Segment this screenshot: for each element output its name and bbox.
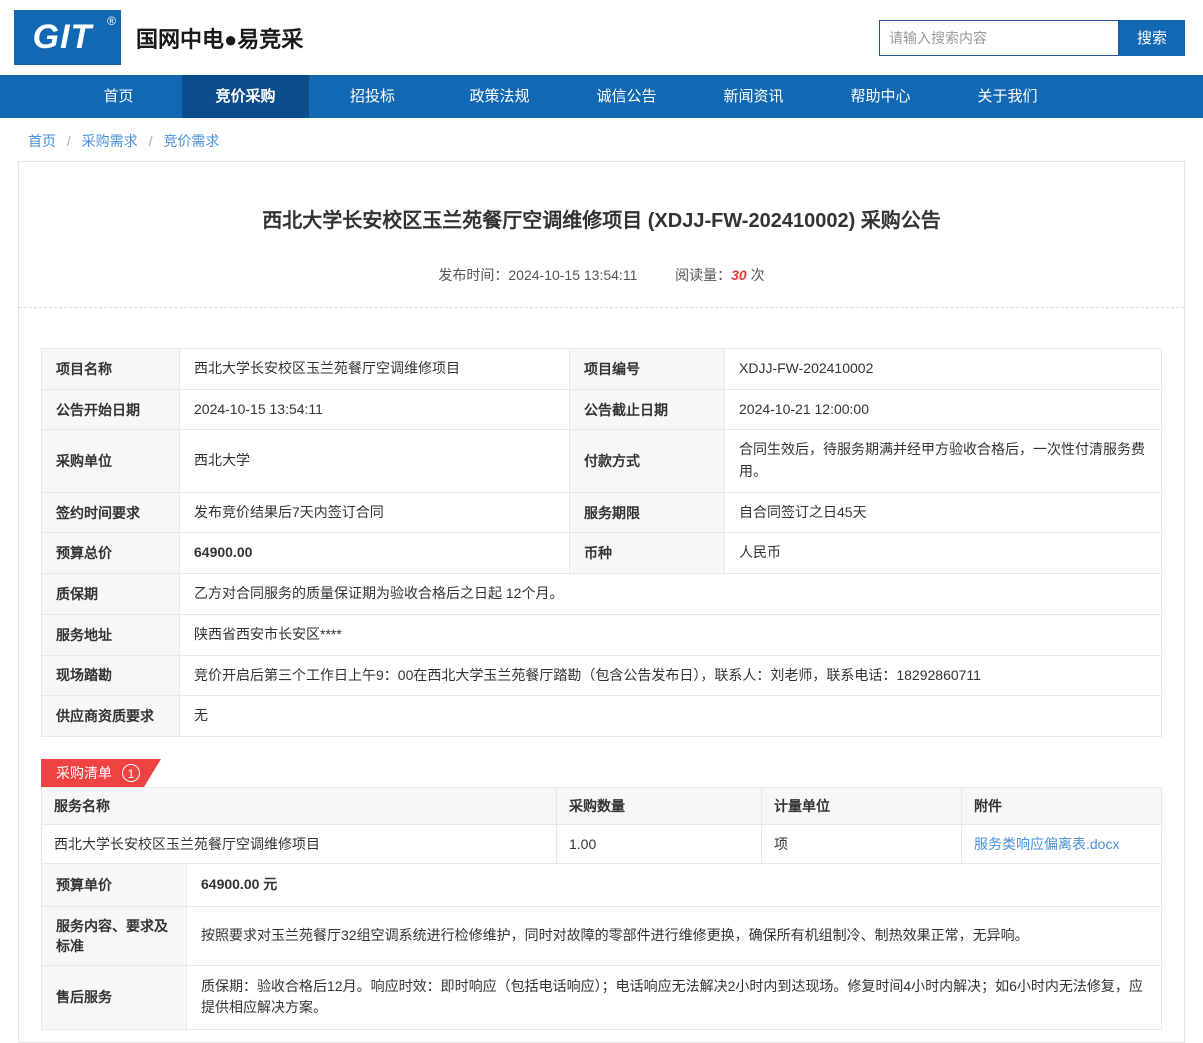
site-logo[interactable]: GIT ® bbox=[14, 10, 121, 65]
value-supplier-qualification: 无 bbox=[179, 695, 1162, 737]
label-after-sales: 售后服务 bbox=[41, 964, 187, 1030]
value-project-number: XDJJ-FW-202410002 bbox=[724, 348, 1162, 390]
value-project-name: 西北大学长安校区玉兰苑餐厅空调维修项目 bbox=[179, 348, 570, 390]
breadcrumb-bidding-demand-link[interactable]: 竞价需求 bbox=[163, 133, 219, 149]
label-warranty-period: 质保期 bbox=[41, 573, 180, 615]
breadcrumb-separator: / bbox=[66, 133, 71, 149]
row-announcement-dates: 公告开始日期 2024-10-15 13:54:11 公告截止日期 2024-1… bbox=[41, 388, 1162, 431]
nav-item-policies[interactable]: 政策法规 bbox=[436, 75, 563, 118]
purchase-list-section: 采购清单 1 bbox=[41, 758, 1184, 787]
value-start-date: 2024-10-15 13:54:11 bbox=[179, 388, 570, 431]
label-signing-time: 签约时间要求 bbox=[41, 491, 180, 534]
attachment-link[interactable]: 服务类响应偏离表.docx bbox=[974, 836, 1119, 852]
purchase-list-tag: 采购清单 1 bbox=[41, 758, 161, 787]
label-unit-budget: 预算单价 bbox=[41, 862, 187, 907]
publish-time-value: 2024-10-15 13:54:11 bbox=[508, 267, 638, 283]
purchase-table-header-row: 服务名称 采购数量 计量单位 附件 bbox=[41, 786, 1162, 825]
logo-text: GIT bbox=[32, 18, 93, 56]
announcement-container: 西北大学长安校区玉兰苑餐厅空调维修项目 (XDJJ-FW-202410002) … bbox=[18, 161, 1185, 1043]
row-purchaser-payment: 采购单位 西北大学 付款方式 合同生效后，待服务期满并经甲方验收合格后，一次性付… bbox=[41, 429, 1162, 493]
row-budget-currency: 预算总价 64900.00 币种 人民币 bbox=[41, 532, 1162, 575]
value-end-date: 2024-10-21 12:00:00 bbox=[724, 388, 1162, 431]
label-service-content: 服务内容、要求及标准 bbox=[41, 905, 187, 966]
views-count: 30 bbox=[731, 267, 747, 283]
publish-time-label: 发布时间： bbox=[438, 267, 509, 283]
label-start-date: 公告开始日期 bbox=[41, 388, 180, 431]
value-warranty-period: 乙方对合同服务的质量保证期为验收合格后之日起 12个月。 bbox=[179, 573, 1162, 615]
value-total-budget: 64900.00 bbox=[179, 532, 570, 575]
divider bbox=[19, 307, 1184, 308]
label-project-number: 项目编号 bbox=[569, 348, 725, 390]
label-total-budget: 预算总价 bbox=[41, 532, 180, 575]
row-supplier-qualification: 供应商资质要求 无 bbox=[41, 695, 1162, 737]
views-unit: 次 bbox=[750, 267, 765, 283]
cell-attachment: 服务类响应偏离表.docx bbox=[961, 823, 1162, 864]
value-service-content: 按照要求对玉兰苑餐厅32组空调系统进行检修维护，同时对故障的零部件进行维修更换，… bbox=[186, 905, 1162, 966]
label-service-period: 服务期限 bbox=[569, 491, 725, 534]
row-service-content: 服务内容、要求及标准 按照要求对玉兰苑餐厅32组空调系统进行检修维护，同时对故障… bbox=[41, 905, 1162, 966]
header-service-name: 服务名称 bbox=[41, 786, 557, 825]
header-quantity: 采购数量 bbox=[556, 786, 762, 825]
breadcrumb-procurement-demand-link[interactable]: 采购需求 bbox=[82, 133, 138, 149]
cell-service-name: 西北大学长安校区玉兰苑餐厅空调维修项目 bbox=[41, 823, 557, 864]
purchase-table-row: 西北大学长安校区玉兰苑餐厅空调维修项目 1.00 项 服务类响应偏离表.docx bbox=[41, 823, 1162, 864]
purchase-detail-table: 预算单价 64900.00 元 服务内容、要求及标准 按照要求对玉兰苑餐厅32组… bbox=[41, 862, 1162, 1030]
nav-item-bidding-procurement[interactable]: 竞价采购 bbox=[182, 75, 309, 118]
nav-item-tendering[interactable]: 招投标 bbox=[309, 75, 436, 118]
main-nav: 首页 竞价采购 招投标 政策法规 诚信公告 新闻资讯 帮助中心 关于我们 bbox=[0, 75, 1203, 118]
value-after-sales: 质保期：验收合格后12月。响应时效：即时响应（包括电话响应）；电话响应无法解决2… bbox=[186, 964, 1162, 1030]
value-service-address: 陕西省西安市长安区**** bbox=[179, 613, 1162, 656]
nav-item-integrity-notices[interactable]: 诚信公告 bbox=[563, 75, 690, 118]
nav-item-help-center[interactable]: 帮助中心 bbox=[817, 75, 944, 118]
header-unit: 计量单位 bbox=[761, 786, 962, 825]
purchase-list-count-badge: 1 bbox=[122, 763, 140, 782]
label-project-name: 项目名称 bbox=[41, 348, 180, 390]
label-payment-method: 付款方式 bbox=[569, 429, 725, 493]
label-supplier-qualification: 供应商资质要求 bbox=[41, 695, 180, 737]
row-site-survey: 现场踏勘 竞价开启后第三个工作日上午9：00在西北大学玉兰苑餐厅踏勘（包含公告发… bbox=[41, 654, 1162, 697]
value-purchasing-unit: 西北大学 bbox=[179, 429, 570, 493]
nav-item-about-us[interactable]: 关于我们 bbox=[944, 75, 1071, 118]
breadcrumb-separator: / bbox=[148, 133, 153, 149]
breadcrumb: 首页 / 采购需求 / 竞价需求 bbox=[0, 118, 1203, 161]
cell-quantity: 1.00 bbox=[556, 823, 762, 864]
announcement-title: 西北大学长安校区玉兰苑餐厅空调维修项目 (XDJJ-FW-202410002) … bbox=[262, 210, 941, 232]
row-unit-budget: 预算单价 64900.00 元 bbox=[41, 862, 1162, 907]
row-service-address: 服务地址 陕西省西安市长安区**** bbox=[41, 613, 1162, 656]
registered-trademark-icon: ® bbox=[107, 14, 116, 28]
purchase-list-tag-label: 采购清单 bbox=[56, 764, 112, 781]
site-brand-title: 国网中电●易竞采 bbox=[136, 26, 304, 52]
value-site-survey: 竞价开启后第三个工作日上午9：00在西北大学玉兰苑餐厅踏勘（包含公告发布日），联… bbox=[179, 654, 1162, 697]
value-currency: 人民币 bbox=[724, 532, 1162, 575]
cell-unit: 项 bbox=[761, 823, 962, 864]
project-info-table: 项目名称 西北大学长安校区玉兰苑餐厅空调维修项目 项目编号 XDJJ-FW-20… bbox=[41, 348, 1162, 737]
views-label: 阅读量： bbox=[675, 267, 732, 283]
value-payment-method: 合同生效后，待服务期满并经甲方验收合格后，一次性付清服务费用。 bbox=[724, 429, 1162, 493]
label-purchasing-unit: 采购单位 bbox=[41, 429, 180, 493]
value-signing-time: 发布竞价结果后7天内签订合同 bbox=[179, 491, 570, 534]
search-button[interactable]: 搜索 bbox=[1119, 19, 1185, 56]
nav-item-home[interactable]: 首页 bbox=[55, 75, 182, 118]
purchase-list-table: 服务名称 采购数量 计量单位 附件 西北大学长安校区玉兰苑餐厅空调维修项目 1.… bbox=[41, 786, 1162, 864]
search-area: 搜索 bbox=[879, 19, 1185, 56]
site-header: GIT ® 国网中电●易竞采 搜索 bbox=[0, 0, 1203, 75]
search-input[interactable] bbox=[879, 19, 1119, 56]
label-currency: 币种 bbox=[569, 532, 725, 575]
breadcrumb-home-link[interactable]: 首页 bbox=[28, 133, 56, 149]
announcement-meta: 发布时间：2024-10-15 13:54:11 阅读量：30 次 bbox=[19, 265, 1184, 285]
header-attachment: 附件 bbox=[961, 786, 1162, 825]
label-service-address: 服务地址 bbox=[41, 613, 180, 656]
row-after-sales: 售后服务 质保期：验收合格后12月。响应时效：即时响应（包括电话响应）；电话响应… bbox=[41, 964, 1162, 1030]
label-site-survey: 现场踏勘 bbox=[41, 654, 180, 697]
row-warranty: 质保期 乙方对合同服务的质量保证期为验收合格后之日起 12个月。 bbox=[41, 573, 1162, 615]
row-signing-service-period: 签约时间要求 发布竞价结果后7天内签订合同 服务期限 自合同签订之日45天 bbox=[41, 491, 1162, 534]
nav-item-news[interactable]: 新闻资讯 bbox=[690, 75, 817, 118]
row-project-name: 项目名称 西北大学长安校区玉兰苑餐厅空调维修项目 项目编号 XDJJ-FW-20… bbox=[41, 348, 1162, 390]
value-unit-budget: 64900.00 元 bbox=[186, 862, 1162, 907]
label-end-date: 公告截止日期 bbox=[569, 388, 725, 431]
value-service-period: 自合同签订之日45天 bbox=[724, 491, 1162, 534]
